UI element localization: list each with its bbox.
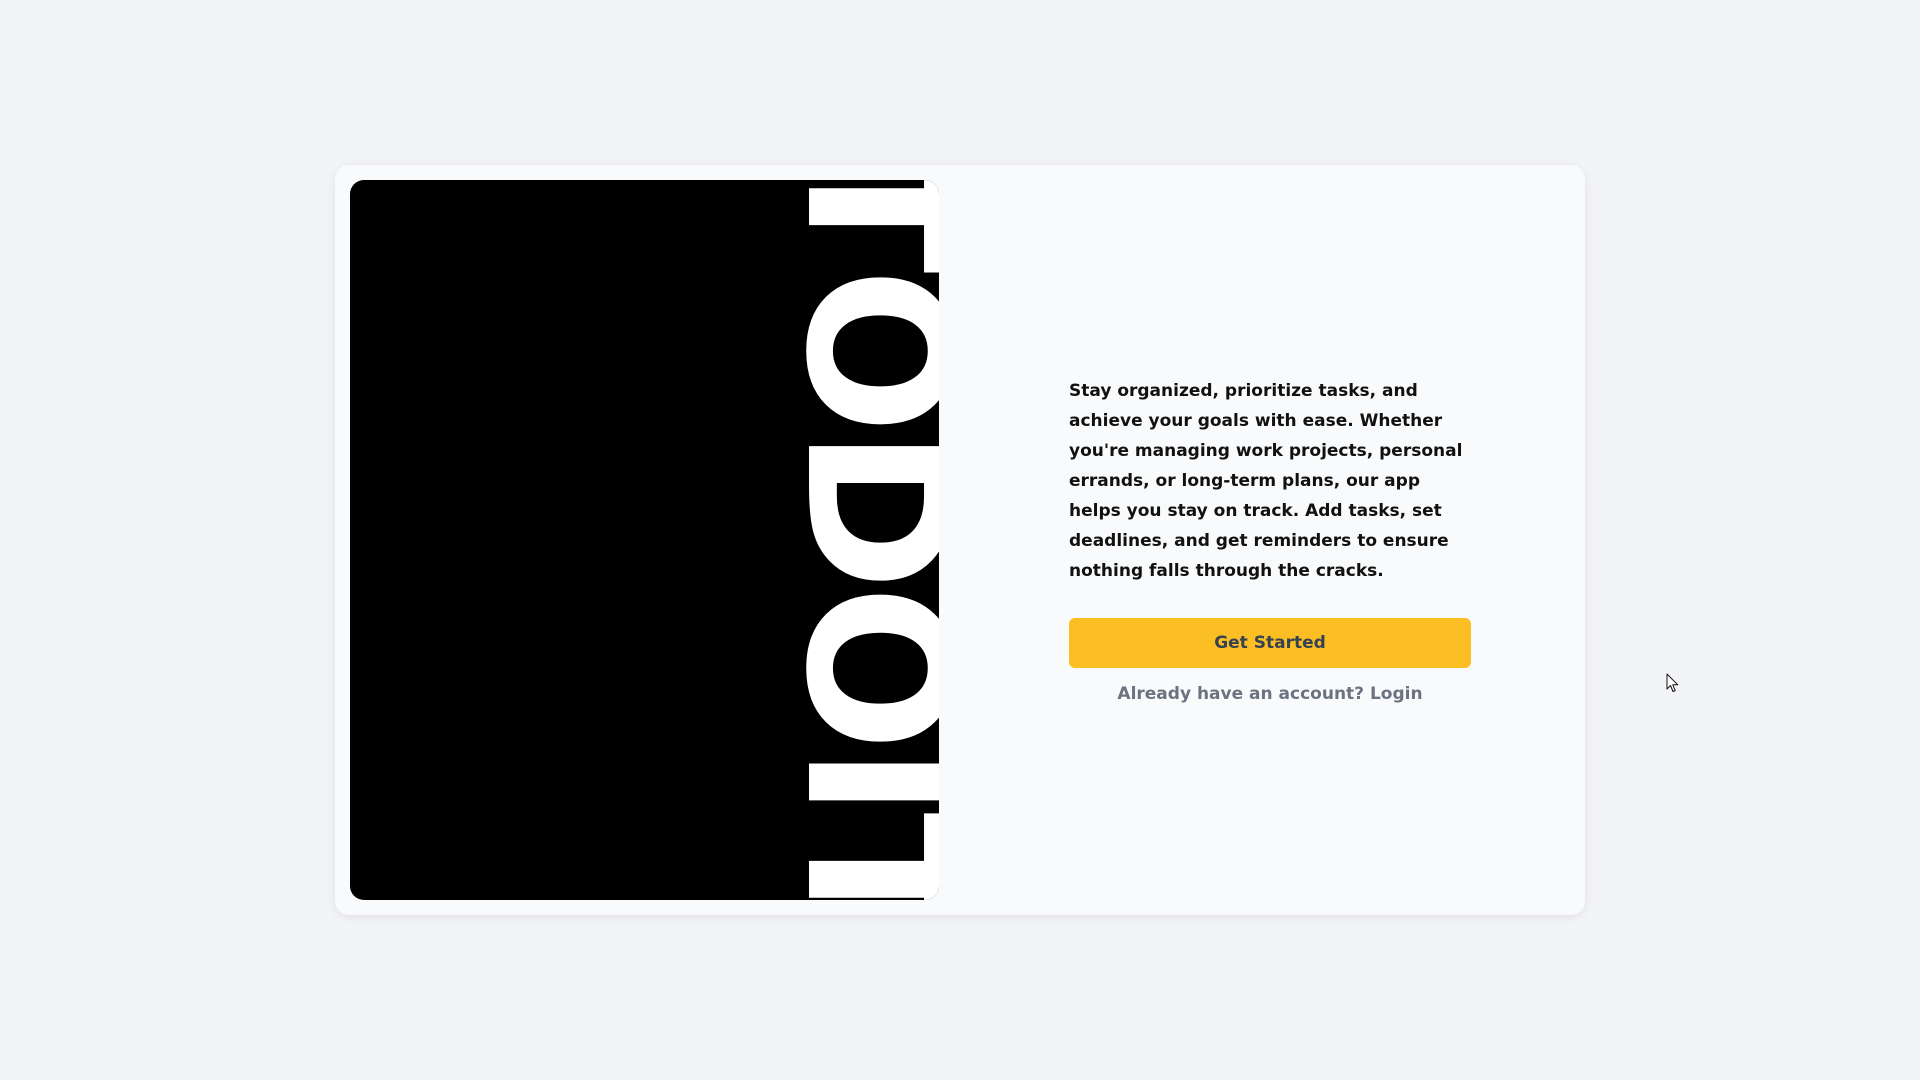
get-started-button[interactable]: Get Started xyxy=(1069,618,1471,668)
mouse-pointer-icon xyxy=(1666,673,1679,692)
welcome-card: TODOIT Stay organized, prioritize tasks,… xyxy=(335,165,1585,915)
app-description: Stay organized, prioritize tasks, and ac… xyxy=(1069,381,1463,581)
welcome-content: Stay organized, prioritize tasks, and ac… xyxy=(1069,165,1471,915)
login-prompt-row: Already have an account? Login xyxy=(1069,684,1471,704)
hero-panel: TODOIT xyxy=(350,180,939,900)
login-link[interactable]: Login xyxy=(1370,684,1423,704)
login-prompt-text: Already have an account? xyxy=(1117,684,1365,704)
brand-wordmark: TODOIT xyxy=(762,180,940,900)
